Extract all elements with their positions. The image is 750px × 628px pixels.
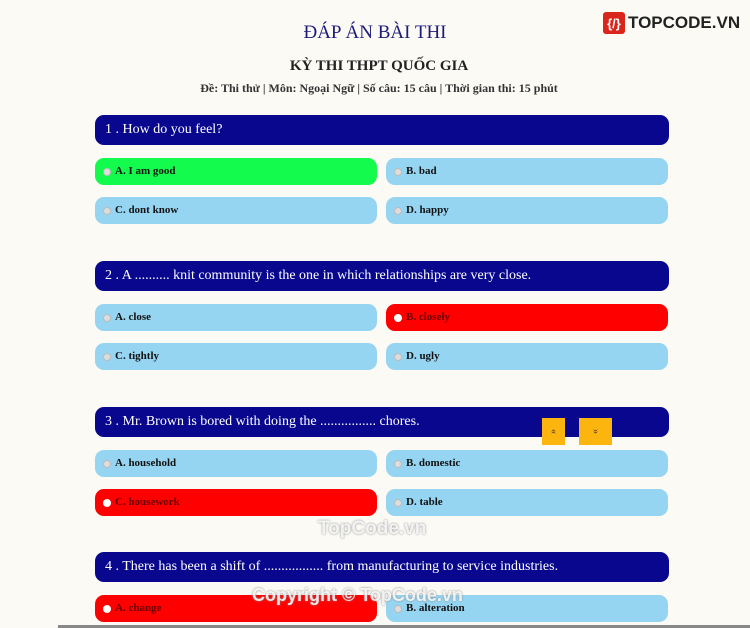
question-header: 1 . How do you feel? (95, 115, 669, 145)
code-icon: {/} (603, 12, 625, 34)
radio-icon[interactable] (103, 352, 111, 361)
answer-option[interactable]: A. I am good (95, 158, 377, 185)
topcode-logo: {/} TOPCODE.VN (603, 12, 740, 34)
radio-icon[interactable] (103, 206, 111, 215)
watermark: TopCode.vn (318, 518, 427, 539)
scroll-up-button[interactable]: « (542, 418, 565, 445)
radio-icon[interactable] (103, 498, 111, 507)
question-header: 2 . A .......... knit community is the o… (95, 261, 669, 291)
watermark-copyright: Copyright © TopCode.vn (252, 585, 463, 605)
answer-option[interactable]: C. housework (95, 489, 377, 516)
radio-icon[interactable] (394, 352, 402, 361)
exam-meta: Đề: Thi thử | Môn: Ngoại Ngữ | Số câu: 1… (200, 81, 558, 95)
answer-option[interactable]: C. tightly (95, 343, 377, 370)
answer-option[interactable]: B. closely (386, 304, 668, 331)
exam-name: KỲ THI THPT QUỐC GIA (289, 58, 469, 74)
radio-icon[interactable] (103, 459, 111, 468)
scroll-down-button[interactable]: » (579, 418, 612, 445)
radio-icon[interactable] (394, 206, 402, 215)
radio-icon[interactable] (394, 167, 402, 176)
answer-option[interactable]: D. table (386, 489, 668, 516)
answer-option[interactable]: C. dont know (95, 197, 377, 224)
radio-icon[interactable] (103, 313, 111, 322)
radio-icon[interactable] (394, 313, 402, 322)
answer-option[interactable]: A. household (95, 450, 377, 477)
answer-option[interactable]: D. happy (386, 197, 668, 224)
radio-icon[interactable] (394, 459, 402, 468)
radio-icon[interactable] (394, 498, 402, 507)
answer-option[interactable]: B. bad (386, 158, 668, 185)
question-header: 4 . There has been a shift of ..........… (95, 552, 669, 582)
answer-option[interactable]: B. domestic (386, 450, 668, 477)
radio-icon[interactable] (103, 167, 111, 176)
answer-option[interactable]: A. close (95, 304, 377, 331)
radio-icon[interactable] (103, 604, 111, 613)
answer-option[interactable]: D. ugly (386, 343, 668, 370)
